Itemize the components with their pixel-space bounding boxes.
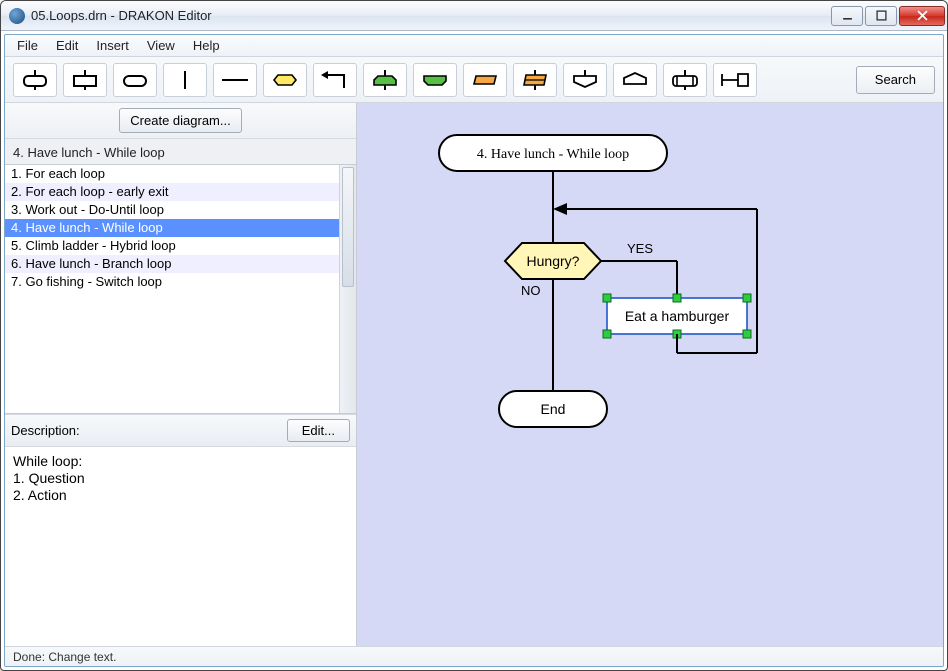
tool-end-icon[interactable] (113, 63, 157, 97)
window-buttons (829, 6, 945, 26)
close-button[interactable] (899, 6, 945, 26)
tool-address-icon[interactable] (563, 63, 607, 97)
app-window: 05.Loops.drn - DRAKON Editor File Edit I… (0, 0, 948, 671)
list-item[interactable]: 7. Go fishing - Switch loop (5, 273, 339, 291)
list-item[interactable]: 2. For each loop - early exit (5, 183, 339, 201)
window-title: 05.Loops.drn - DRAKON Editor (31, 8, 829, 23)
diagram-action-text: Eat a hamburger (625, 308, 730, 324)
canvas[interactable]: 4. Have lunch - While loop Hungry? YES (357, 103, 943, 646)
tool-branch-icon[interactable] (613, 63, 657, 97)
yes-label: YES (627, 241, 653, 256)
tool-hline-icon[interactable] (213, 63, 257, 97)
diagram-title-text: 4. Have lunch - While loop (477, 147, 629, 162)
tool-question-icon[interactable] (263, 63, 307, 97)
body: Create diagram... 4. Have lunch - While … (5, 103, 943, 646)
list-scrollbar[interactable] (339, 165, 356, 413)
tool-action-icon[interactable] (63, 63, 107, 97)
menu-view[interactable]: View (139, 36, 183, 55)
tool-insertion-icon[interactable] (663, 63, 707, 97)
diagram-svg: 4. Have lunch - While loop Hungry? YES (357, 103, 943, 646)
tool-title-icon[interactable] (13, 63, 57, 97)
search-button[interactable]: Search (856, 66, 935, 94)
create-diagram-button[interactable]: Create diagram... (119, 108, 241, 133)
tool-vline-icon[interactable] (163, 63, 207, 97)
diagram-end-text: End (541, 401, 566, 417)
sidebar: Create diagram... 4. Have lunch - While … (5, 103, 357, 646)
menu-insert[interactable]: Insert (88, 36, 137, 55)
tool-loop-end-icon[interactable] (413, 63, 457, 97)
menu-edit[interactable]: Edit (48, 36, 86, 55)
tool-shelf-orange-icon[interactable] (463, 63, 507, 97)
list-item[interactable]: 6. Have lunch - Branch loop (5, 255, 339, 273)
tool-loop-start-icon[interactable] (363, 63, 407, 97)
current-diagram-title: 4. Have lunch - While loop (5, 139, 356, 164)
diagram-list-wrap: 1. For each loop 2. For each loop - earl… (5, 164, 356, 414)
tool-shelf-split-icon[interactable] (513, 63, 557, 97)
tool-arrow-back-icon[interactable] (313, 63, 357, 97)
create-row: Create diagram... (5, 103, 356, 139)
app-icon (9, 8, 25, 24)
maximize-button[interactable] (865, 6, 897, 26)
description-label: Description: (11, 423, 287, 438)
menubar: File Edit Insert View Help (5, 35, 943, 57)
status-text: Done: Change text. (13, 650, 116, 664)
content-frame: File Edit Insert View Help Search (4, 34, 944, 667)
minimize-button[interactable] (831, 6, 863, 26)
description-header: Description: Edit... (5, 414, 356, 446)
titlebar[interactable]: 05.Loops.drn - DRAKON Editor (1, 1, 947, 31)
diagram-question-text: Hungry? (527, 253, 580, 269)
statusbar: Done: Change text. (5, 646, 943, 666)
list-item[interactable]: 5. Climb ladder - Hybrid loop (5, 237, 339, 255)
menu-help[interactable]: Help (185, 36, 228, 55)
toolbar: Search (5, 57, 943, 103)
list-item[interactable]: 1. For each loop (5, 165, 339, 183)
tool-connector-icon[interactable] (713, 63, 757, 97)
description-text: While loop: 1. Question 2. Action (5, 446, 356, 646)
edit-description-button[interactable]: Edit... (287, 419, 350, 442)
scroll-thumb[interactable] (342, 167, 354, 287)
menu-file[interactable]: File (9, 36, 46, 55)
diagram-list[interactable]: 1. For each loop 2. For each loop - earl… (5, 165, 339, 413)
list-item[interactable]: 3. Work out - Do-Until loop (5, 201, 339, 219)
no-label: NO (521, 283, 541, 298)
list-item[interactable]: 4. Have lunch - While loop (5, 219, 339, 237)
